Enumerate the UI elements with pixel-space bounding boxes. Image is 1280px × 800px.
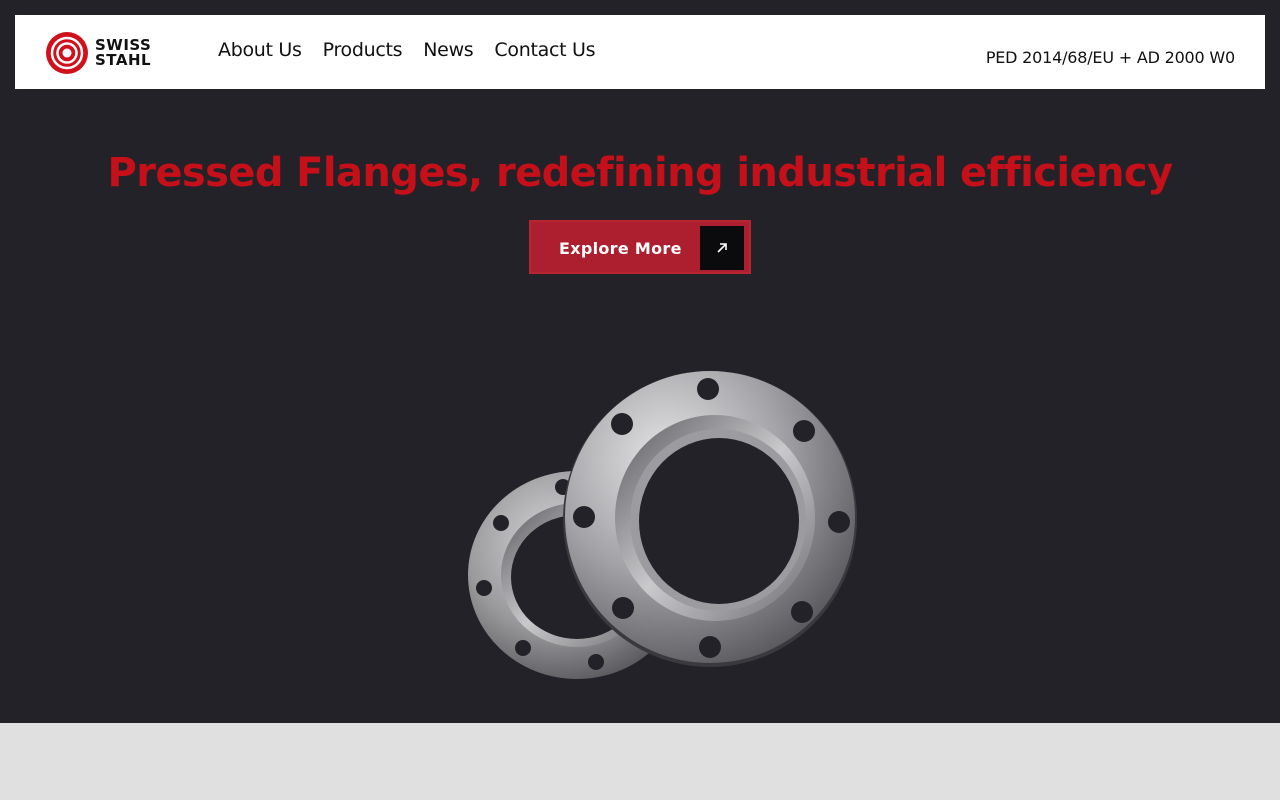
large-flange (563, 371, 857, 667)
explore-more-button[interactable]: Explore More (529, 220, 751, 274)
arrow-up-right-icon (700, 226, 744, 270)
nav-news[interactable]: News (423, 39, 473, 61)
explore-more-label: Explore More (559, 239, 682, 258)
hero-title: Pressed Flanges, redefining industrial e… (107, 150, 1174, 196)
certification-text: PED 2014/68/EU + AD 2000 W0 (985, 48, 1235, 67)
navbar: SWISS STAHL About Us Products News Conta… (15, 15, 1265, 89)
nav-products[interactable]: Products (323, 39, 403, 61)
page-below-fold (0, 723, 1280, 800)
flanges-product-image (460, 360, 870, 690)
brand-line-2: STAHL (95, 51, 152, 69)
brand-logo-mark-icon (46, 32, 88, 74)
brand-wordmark: SWISS STAHL (95, 38, 151, 68)
nav-contact-us[interactable]: Contact Us (494, 39, 595, 61)
hero-section: SWISS STAHL About Us Products News Conta… (0, 0, 1280, 723)
main-nav: About Us Products News Contact Us (218, 13, 616, 87)
brand-logo[interactable]: SWISS STAHL (45, 31, 170, 75)
nav-about-us[interactable]: About Us (218, 39, 302, 61)
